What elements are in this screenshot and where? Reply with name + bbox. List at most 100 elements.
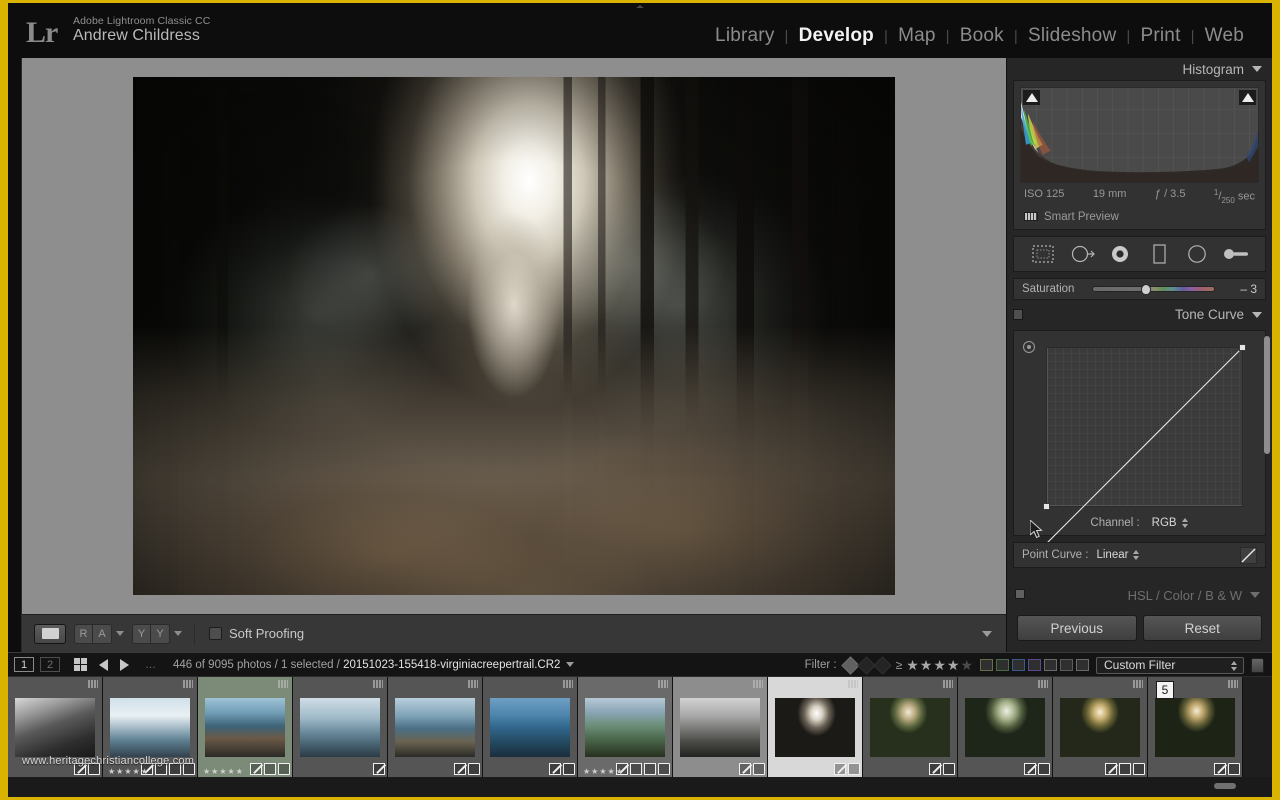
thumb-icons[interactable]: [834, 763, 860, 775]
color-label-purple[interactable]: [1044, 659, 1057, 671]
tone-curve-point-black[interactable]: [1043, 502, 1050, 510]
color-label-red[interactable]: [980, 659, 993, 671]
keyword-icon[interactable]: [1214, 763, 1226, 775]
module-map[interactable]: Map: [888, 25, 946, 47]
point-curve-spinner-icon[interactable]: [1133, 549, 1140, 561]
thumb-icons[interactable]: [454, 763, 480, 775]
shadow-clipping-indicator[interactable]: [1023, 90, 1040, 105]
thumb-icons[interactable]: [250, 763, 290, 775]
thumb-icons[interactable]: [549, 763, 575, 775]
before-after-toggle[interactable]: R A: [74, 623, 112, 644]
badge-icon[interactable]: [1119, 763, 1131, 775]
adjustment-brush-tool-icon[interactable]: [1221, 242, 1251, 266]
secondary-display-button[interactable]: 2: [40, 657, 60, 672]
flag-rejected-icon[interactable]: [872, 655, 892, 675]
filmstrip-item[interactable]: [863, 677, 958, 777]
targeted-adjustment-tool-icon[interactable]: [1023, 340, 1035, 353]
saturation-value[interactable]: – 3: [1223, 282, 1257, 296]
keyword-icon[interactable]: [454, 763, 466, 775]
filmstrip-item[interactable]: ★★★★★: [198, 677, 293, 777]
keyword-icon[interactable]: [834, 763, 846, 775]
keyword-icon[interactable]: [373, 763, 385, 775]
filmstrip-thumbnails[interactable]: ★★★★★ ★★★★★ ★★★★★ 5 www.heritagechristia…: [8, 677, 1272, 777]
filmstrip-item[interactable]: [388, 677, 483, 777]
badge-icon[interactable]: [630, 763, 642, 775]
keyword-icon[interactable]: [1024, 763, 1036, 775]
star-3-icon[interactable]: ★: [933, 657, 946, 674]
rating-filter[interactable]: ≥ ★ ★ ★ ★ ★: [896, 657, 973, 674]
loupe-view-button[interactable]: [34, 623, 66, 644]
hsl-panel-header[interactable]: HSL / Color / B & W: [1007, 586, 1272, 604]
filmstrip-item[interactable]: 5: [1148, 677, 1243, 777]
histogram-chart[interactable]: [1020, 87, 1259, 183]
forward-arrow-icon[interactable]: [120, 658, 129, 671]
filmstrip-item[interactable]: [1053, 677, 1148, 777]
module-web[interactable]: Web: [1195, 25, 1254, 47]
thumb-icons[interactable]: [373, 763, 385, 775]
current-filename[interactable]: 20151023-155418-virginiacreepertrail.CR2: [343, 659, 560, 671]
tone-curve-enable-switch[interactable]: [1013, 308, 1023, 320]
toolbar-options-caret-icon[interactable]: [982, 630, 992, 637]
develop-photo[interactable]: [133, 77, 895, 595]
color-label-custom[interactable]: [1076, 659, 1089, 671]
metadata-icon[interactable]: [644, 763, 656, 775]
saturation-slider-handle[interactable]: [1141, 283, 1152, 295]
module-slideshow[interactable]: Slideshow: [1018, 25, 1126, 47]
tone-curve-graph[interactable]: [1043, 343, 1246, 510]
channel-spinner-icon[interactable]: [1181, 517, 1189, 529]
compare-caret-icon[interactable]: [174, 631, 182, 636]
star-4-icon[interactable]: ★: [947, 657, 960, 674]
filter-enable-switch[interactable]: [1251, 657, 1264, 673]
metadata-icon[interactable]: [264, 763, 276, 775]
filmstrip-scrollbar[interactable]: [1214, 783, 1236, 789]
crop-icon[interactable]: [1038, 763, 1050, 775]
custom-filter-select[interactable]: Custom Filter: [1096, 656, 1244, 674]
filmstrip-item[interactable]: [673, 677, 768, 777]
filmstrip-item[interactable]: ★★★★★: [578, 677, 673, 777]
compare-toggle[interactable]: Y Y: [132, 623, 170, 644]
thumb-icons[interactable]: [616, 763, 670, 775]
source-ellipsis[interactable]: …: [145, 659, 157, 671]
crop-icon[interactable]: [563, 763, 575, 775]
crop-icon[interactable]: [753, 763, 765, 775]
grid-view-icon[interactable]: [74, 658, 87, 671]
stack-count-badge[interactable]: 5: [1156, 681, 1174, 699]
star-5-icon[interactable]: ★: [960, 657, 973, 674]
primary-display-button[interactable]: 1: [14, 657, 34, 672]
red-eye-tool-icon[interactable]: [1105, 242, 1135, 266]
crop-overlay-tool-icon[interactable]: [1028, 242, 1058, 266]
chevron-down-icon[interactable]: [1252, 311, 1262, 318]
module-book[interactable]: Book: [950, 25, 1014, 47]
color-label-blue[interactable]: [1028, 659, 1041, 671]
thumb-icons[interactable]: [1105, 763, 1145, 775]
crop-icon[interactable]: [1228, 763, 1240, 775]
module-library[interactable]: Library: [705, 25, 784, 47]
hsl-color-bw-panel[interactable]: HSL / Color / B & W: [1007, 586, 1272, 604]
filmstrip-item[interactable]: [958, 677, 1053, 777]
color-label-yellow[interactable]: [996, 659, 1009, 671]
right-panel-scrollbar[interactable]: [1264, 336, 1270, 454]
graduated-filter-tool-icon[interactable]: [1144, 242, 1174, 266]
tone-curve-point-white[interactable]: [1239, 343, 1246, 351]
reset-button[interactable]: Reset: [1142, 615, 1262, 641]
previous-button[interactable]: Previous: [1017, 615, 1137, 641]
crop-icon[interactable]: [848, 763, 860, 775]
thumb-icons[interactable]: [1024, 763, 1050, 775]
smart-preview-row[interactable]: Smart Preview: [1020, 205, 1259, 226]
filmstrip-item[interactable]: [293, 677, 388, 777]
soft-proofing-checkbox[interactable]: [209, 627, 222, 640]
thumb-icons[interactable]: [1214, 763, 1240, 775]
custom-filter-spinner-icon[interactable]: [1231, 660, 1238, 672]
keyword-icon[interactable]: [929, 763, 941, 775]
flag-filters[interactable]: [840, 655, 892, 675]
star-2-icon[interactable]: ★: [920, 657, 933, 674]
before-after-caret-icon[interactable]: [116, 631, 124, 636]
source-caret-icon[interactable]: [566, 661, 575, 667]
keyword-icon[interactable]: [1105, 763, 1117, 775]
left-panel-collapsed[interactable]: [8, 58, 22, 652]
highlight-clipping-indicator[interactable]: [1239, 90, 1256, 105]
crop-icon[interactable]: [278, 763, 290, 775]
filmstrip-item[interactable]: [483, 677, 578, 777]
color-label-none[interactable]: [1060, 659, 1073, 671]
radial-filter-tool-icon[interactable]: [1182, 242, 1212, 266]
